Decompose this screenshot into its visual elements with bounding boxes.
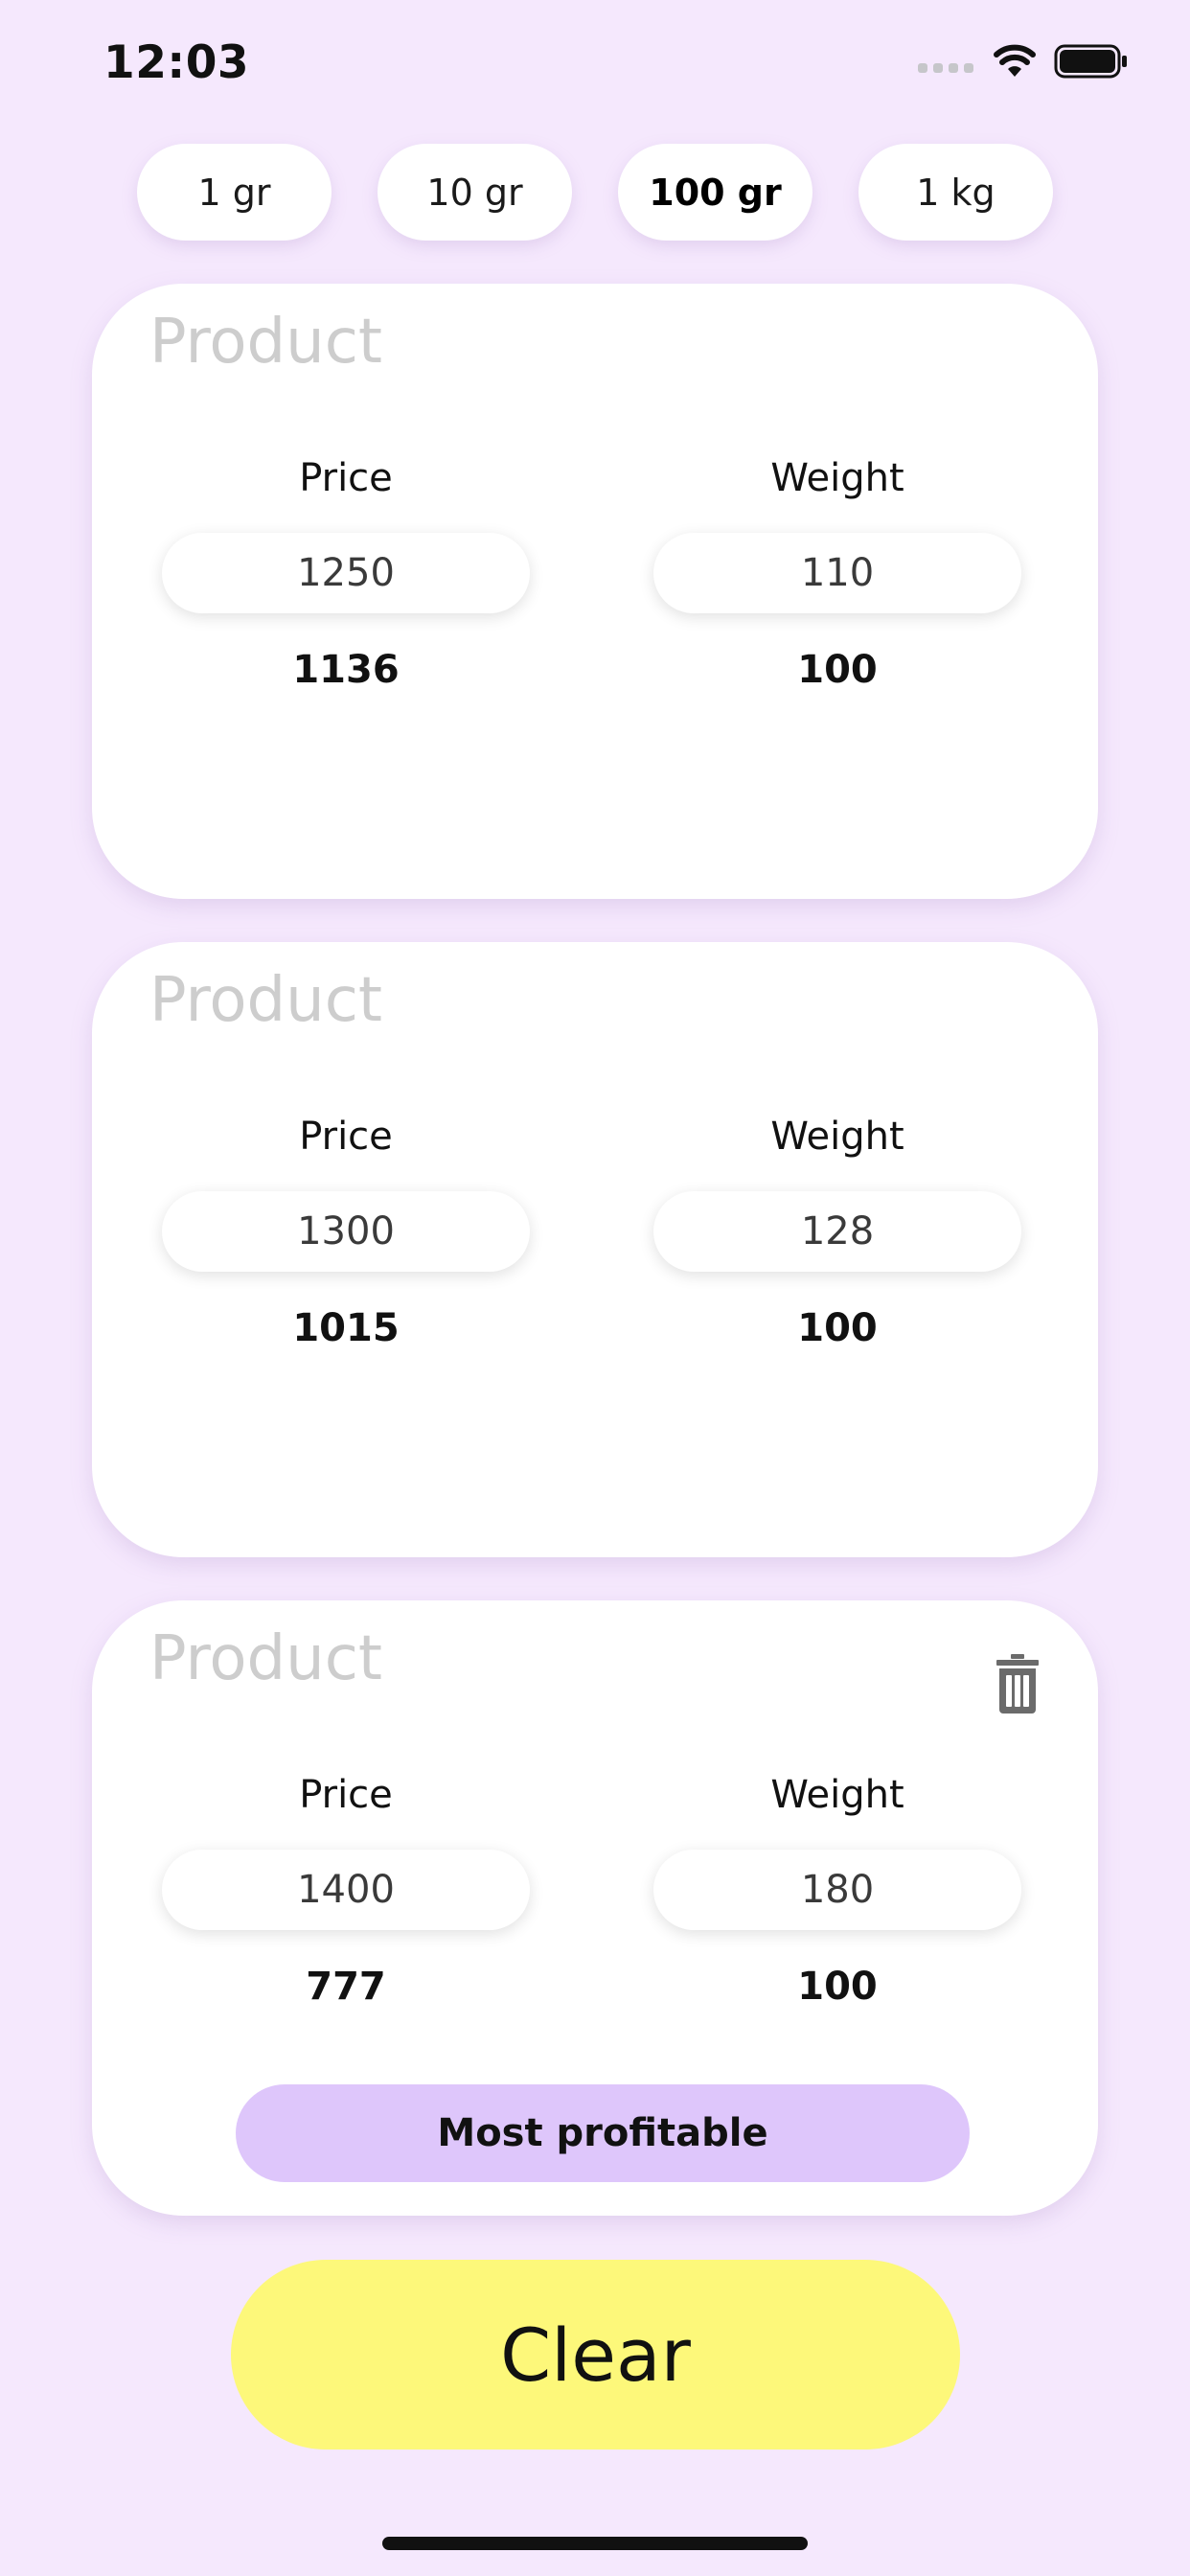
product-card: Product Price Weight 1300 128 1015 100	[92, 942, 1098, 1557]
price-label: Price	[299, 456, 393, 500]
price-input[interactable]: 1400	[162, 1850, 530, 1930]
unit-100gr-button[interactable]: 100 gr	[618, 144, 812, 241]
weight-label: Weight	[770, 1115, 904, 1159]
clear-button[interactable]: Clear	[231, 2260, 960, 2450]
price-per-unit-value: 1136	[292, 648, 400, 692]
home-indicator[interactable]	[382, 2537, 808, 2550]
product-name-field[interactable]: Product	[149, 1623, 382, 1694]
battery-icon	[1054, 44, 1127, 79]
price-per-unit-value: 777	[306, 1965, 386, 2009]
status-icons	[918, 44, 1129, 79]
weight-label: Weight	[770, 456, 904, 500]
product-name-field[interactable]: Product	[149, 307, 382, 378]
product-name-field[interactable]: Product	[149, 965, 382, 1036]
price-input[interactable]: 1300	[162, 1191, 530, 1272]
signal-icon	[918, 63, 973, 73]
status-time: 12:03	[103, 36, 250, 89]
price-label: Price	[299, 1115, 393, 1159]
unit-weight-value: 100	[797, 1965, 878, 2009]
unit-1kg-button[interactable]: 1 kg	[858, 144, 1053, 241]
product-card: Product Price Weight 1250 110 1136 100	[92, 284, 1098, 899]
most-profitable-badge: Most profitable	[236, 2084, 970, 2182]
weight-input[interactable]: 128	[653, 1191, 1021, 1272]
product-card: Product Price Weight 1400 180 777 100 Mo…	[92, 1600, 1098, 2216]
price-label: Price	[299, 1773, 393, 1817]
weight-label: Weight	[770, 1773, 904, 1817]
price-input[interactable]: 1250	[162, 533, 530, 613]
wifi-icon	[994, 44, 1036, 77]
unit-10gr-button[interactable]: 10 gr	[378, 144, 572, 241]
unit-selector: 1 gr 10 gr 100 gr 1 kg	[137, 144, 1053, 241]
unit-weight-value: 100	[797, 1306, 878, 1350]
trash-icon[interactable]	[995, 1654, 1041, 1714]
unit-weight-value: 100	[797, 648, 878, 692]
unit-1gr-button[interactable]: 1 gr	[137, 144, 332, 241]
weight-input[interactable]: 110	[653, 533, 1021, 613]
price-per-unit-value: 1015	[292, 1306, 400, 1350]
weight-input[interactable]: 180	[653, 1850, 1021, 1930]
